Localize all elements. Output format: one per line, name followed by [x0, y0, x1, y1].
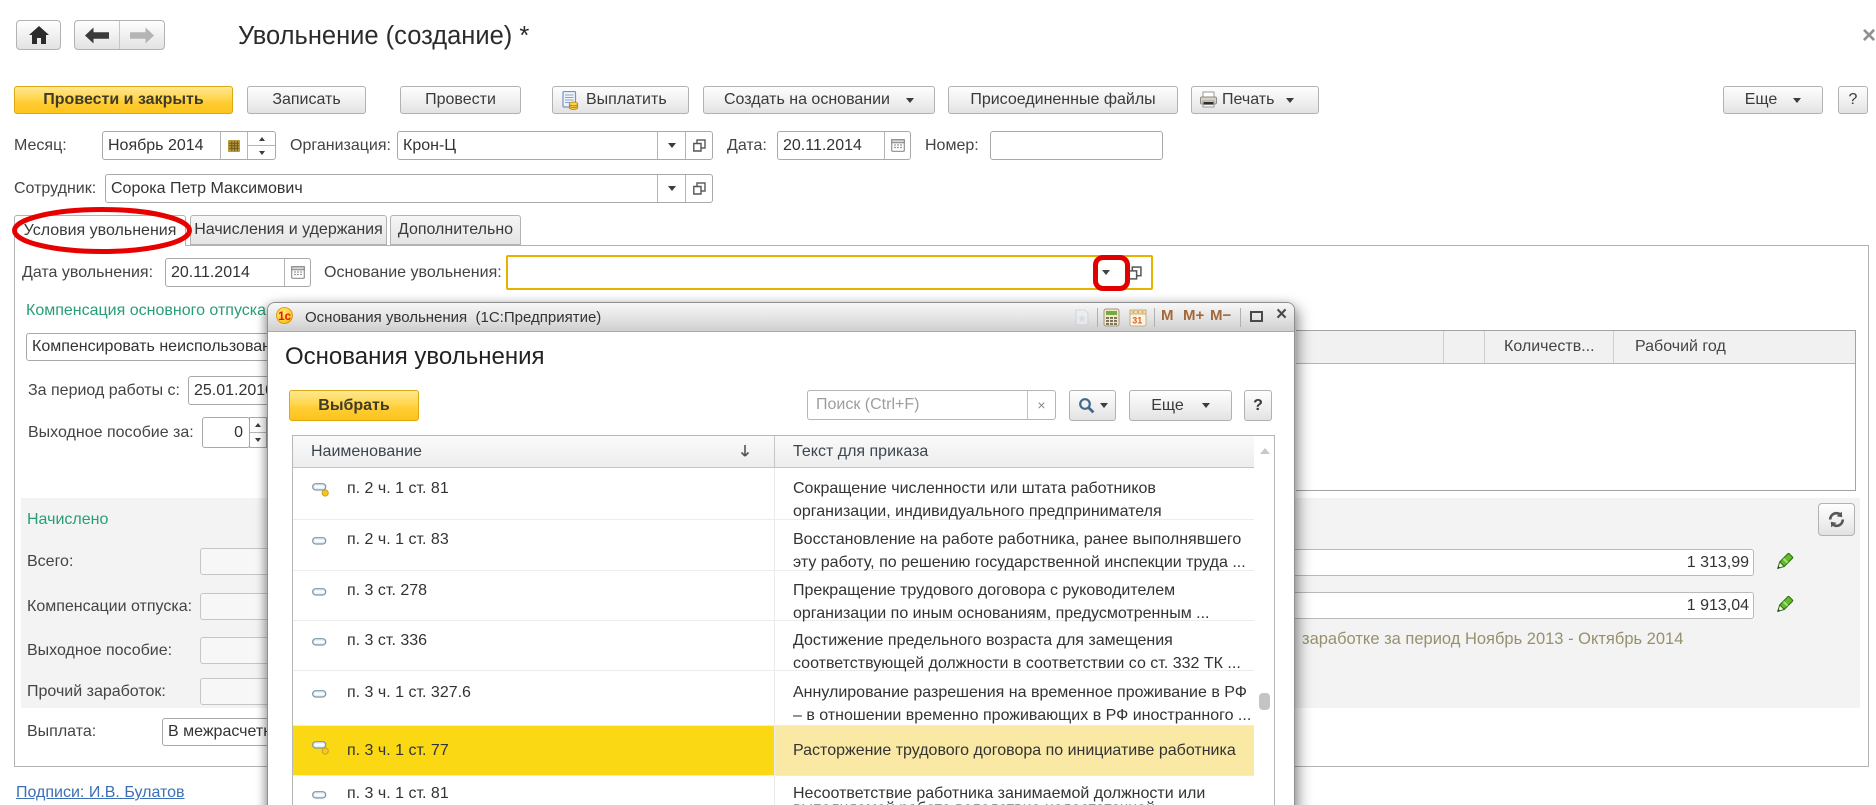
svg-text:1с: 1с: [278, 311, 291, 323]
svg-text:31: 31: [1132, 316, 1142, 326]
